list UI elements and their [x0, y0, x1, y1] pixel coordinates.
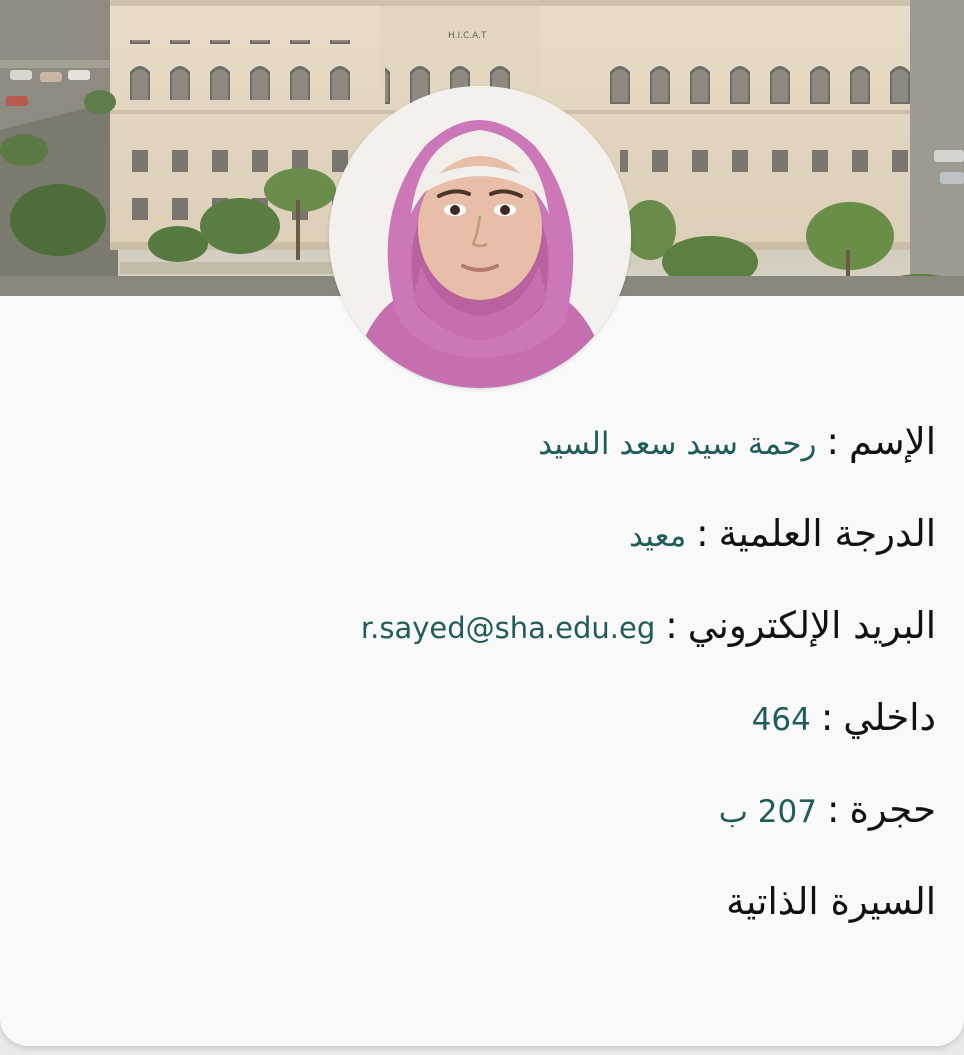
profile-info-list: الإسم:رحمة سيد سعد السيد الدرجة العلمية:…: [36, 404, 936, 956]
row-academic-degree: الدرجة العلمية:معيد: [36, 496, 936, 588]
building-sign-text: H.I.C.A.T: [448, 31, 487, 41]
academic-degree-value: معيد: [628, 518, 687, 554]
cv-link-label[interactable]: السيرة الذاتية: [726, 880, 936, 923]
email-label: البريد الإلكتروني: [687, 604, 936, 647]
academic-degree-separator: :: [696, 512, 709, 555]
cv-link[interactable]: السيرة الذاتية: [36, 864, 936, 956]
extension-separator: :: [820, 696, 834, 739]
row-email: البريد الإلكتروني: r.sayed@sha.edu.eg: [36, 588, 936, 680]
room-label: حجرة: [849, 788, 936, 831]
room-separator: :: [826, 788, 840, 831]
row-extension: داخلي:464: [36, 680, 936, 772]
academic-degree-label: الدرجة العلمية: [718, 512, 936, 555]
profile-card: H.I.C.A.T الإسم:رحمة سيد سعد السيد الدرج…: [0, 0, 964, 1046]
row-name: الإسم:رحمة سيد سعد السيد: [36, 404, 936, 496]
profile-avatar: [329, 86, 631, 388]
extension-label: داخلي: [843, 696, 936, 739]
extension-value: 464: [751, 702, 811, 738]
email-value-link[interactable]: r.sayed@sha.edu.eg: [361, 611, 655, 645]
name-value: رحمة سيد سعد السيد: [538, 426, 817, 462]
room-value: 207 ب: [718, 794, 817, 830]
row-room: حجرة:207 ب: [36, 772, 936, 864]
name-separator: :: [826, 420, 839, 463]
name-label: الإسم: [848, 420, 936, 463]
email-separator: :: [665, 604, 678, 647]
